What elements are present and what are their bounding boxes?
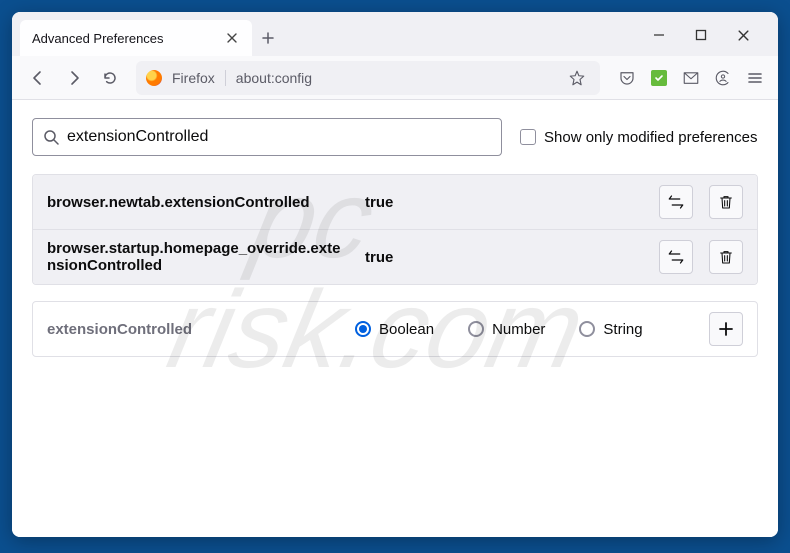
pocket-icon[interactable] <box>618 69 636 87</box>
url-text: about:config <box>236 70 554 86</box>
show-only-modified-checkbox[interactable]: Show only modified preferences <box>520 129 757 146</box>
add-button[interactable] <box>709 312 743 346</box>
maximize-button[interactable] <box>692 26 710 44</box>
radio-label: Number <box>492 321 545 338</box>
pref-name: browser.startup.homepage_override.extens… <box>47 240 357 274</box>
address-bar[interactable]: Firefox about:config <box>136 61 600 95</box>
browser-window: Advanced Preferences <box>12 12 778 537</box>
menu-button[interactable] <box>746 69 764 87</box>
minimize-button[interactable] <box>650 26 668 44</box>
extension-icon[interactable] <box>650 69 668 87</box>
radio-label: Boolean <box>379 321 434 338</box>
search-input[interactable] <box>67 128 491 146</box>
radio-label: String <box>603 321 642 338</box>
firefox-icon <box>146 70 162 86</box>
bookmark-star-icon[interactable] <box>564 69 590 87</box>
search-row: Show only modified preferences <box>32 118 758 156</box>
new-preference-row: extensionControlled Boolean Number Strin… <box>32 301 758 357</box>
account-icon[interactable] <box>714 69 732 87</box>
new-pref-name: extensionControlled <box>47 321 347 338</box>
radio-icon[interactable] <box>468 321 484 337</box>
pref-row: browser.newtab.extensionControlled true <box>33 175 757 229</box>
toolbar-icons <box>610 69 768 87</box>
pref-value: true <box>365 194 651 211</box>
radio-boolean[interactable]: Boolean <box>355 321 434 338</box>
preferences-table: browser.newtab.extensionControlled true … <box>32 174 758 285</box>
window-controls <box>632 20 770 56</box>
toggle-button[interactable] <box>659 185 693 219</box>
radio-icon[interactable] <box>579 321 595 337</box>
delete-button[interactable] <box>709 240 743 274</box>
close-tab-button[interactable] <box>224 30 240 46</box>
tab-title: Advanced Preferences <box>32 31 224 46</box>
pref-row: browser.startup.homepage_override.extens… <box>33 229 757 284</box>
titlebar: Advanced Preferences <box>12 12 778 56</box>
forward-button[interactable] <box>58 62 90 94</box>
search-box[interactable] <box>32 118 502 156</box>
about-config-content: Show only modified preferences browser.n… <box>12 100 778 537</box>
pref-name: browser.newtab.extensionControlled <box>47 194 357 211</box>
close-window-button[interactable] <box>734 26 752 44</box>
radio-icon[interactable] <box>355 321 371 337</box>
identity-label: Firefox <box>172 70 226 86</box>
tab-advanced-preferences[interactable]: Advanced Preferences <box>20 20 252 56</box>
checkbox-icon[interactable] <box>520 129 536 145</box>
new-tab-button[interactable] <box>252 20 284 56</box>
search-icon <box>43 129 59 145</box>
inbox-icon[interactable] <box>682 69 700 87</box>
pref-value: true <box>365 249 651 266</box>
navbar: Firefox about:config <box>12 56 778 100</box>
radio-number[interactable]: Number <box>468 321 545 338</box>
back-button[interactable] <box>22 62 54 94</box>
radio-string[interactable]: String <box>579 321 642 338</box>
reload-button[interactable] <box>94 62 126 94</box>
toggle-button[interactable] <box>659 240 693 274</box>
checkbox-label: Show only modified preferences <box>544 129 757 146</box>
delete-button[interactable] <box>709 185 743 219</box>
type-radio-group: Boolean Number String <box>355 321 701 338</box>
